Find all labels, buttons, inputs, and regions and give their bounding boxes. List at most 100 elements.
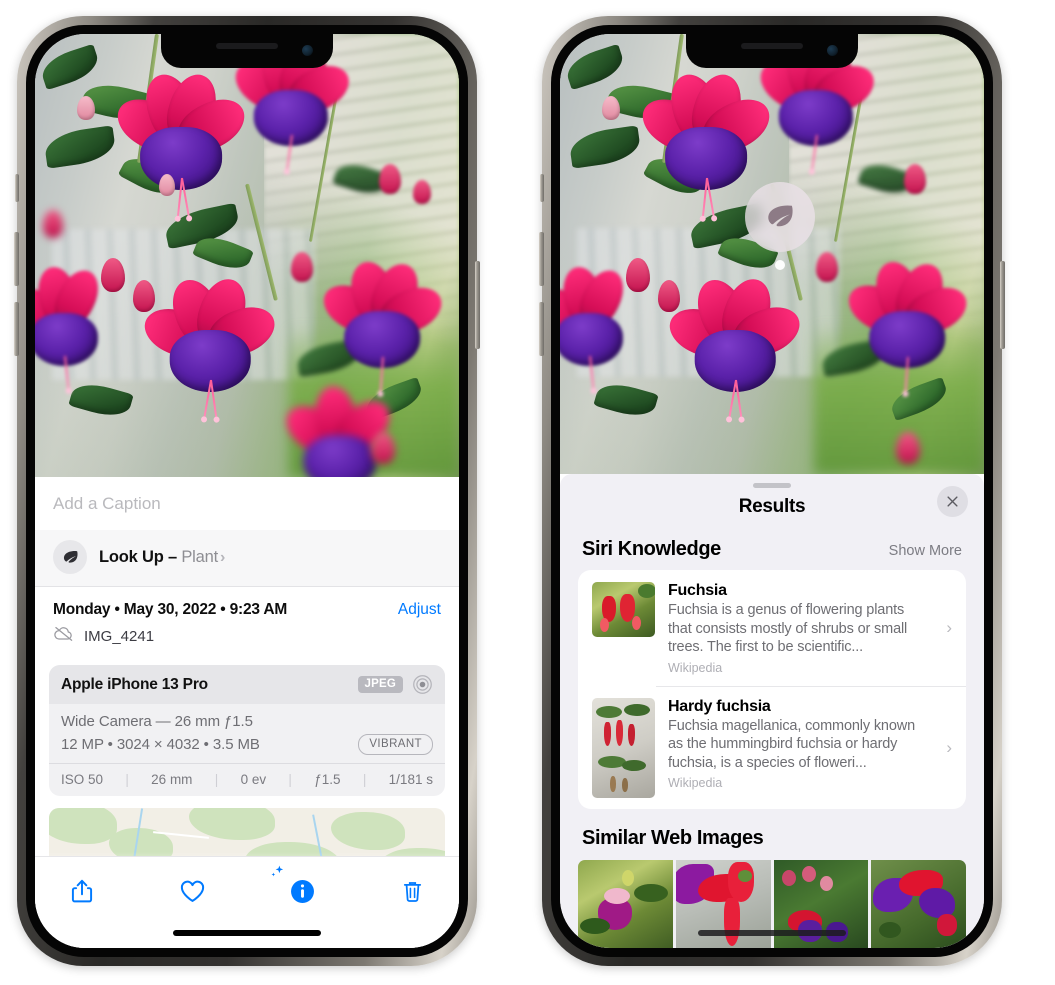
thumb-flower [727, 861, 754, 902]
thumb-flower [604, 721, 611, 746]
fuchsia-flower [315, 256, 449, 395]
thumb-leaf [638, 584, 655, 598]
notch [161, 34, 333, 68]
delete-button[interactable] [389, 871, 435, 911]
result-source: Wikipedia [668, 776, 723, 791]
thumb-flower [600, 618, 609, 632]
result-source: Wikipedia [668, 660, 723, 675]
flower-bud [371, 432, 395, 464]
flower-bud [159, 174, 175, 196]
map-green-area [189, 808, 275, 840]
front-camera [827, 45, 838, 56]
close-icon [947, 496, 958, 507]
knowledge-row[interactable]: Fuchsia Fuchsia is a genus of flowering … [578, 570, 966, 686]
earpiece-speaker [216, 43, 278, 49]
thumb-seedpod [610, 775, 616, 792]
volume-up-button[interactable] [14, 232, 19, 286]
adjust-button[interactable]: Adjust [398, 601, 441, 619]
flower-bud [626, 258, 650, 292]
flower-bud [816, 252, 838, 282]
results-header: Results [560, 486, 984, 534]
capture-date: Monday • May 30, 2022 • 9:23 AM [53, 601, 288, 618]
close-button[interactable] [937, 486, 968, 517]
power-button[interactable] [475, 261, 480, 349]
chevron-right-icon: › [219, 548, 226, 566]
cloud-slash-icon [53, 625, 75, 647]
mute-switch[interactable] [15, 174, 19, 202]
photo-meta: Monday • May 30, 2022 • 9:23 AM Adjust I… [35, 587, 459, 657]
info-button[interactable] [271, 865, 325, 911]
look-up-title: Look Up – [99, 547, 177, 566]
photo-viewer[interactable] [560, 34, 984, 474]
thumb-leaf [596, 705, 622, 718]
exif-stats: ISO 50 | 26 mm | 0 ev | ƒ1.5 | 1/181 s [49, 763, 445, 796]
flower-bud [101, 258, 125, 292]
show-more-button[interactable]: Show More [889, 543, 962, 559]
caption-field[interactable]: Add a Caption [35, 477, 459, 530]
look-up-row[interactable]: Look Up – Plant › [35, 530, 459, 587]
notch [686, 34, 858, 68]
favorite-button[interactable] [169, 871, 215, 911]
exif-stat: ISO 50 [61, 772, 104, 787]
flower-bud [133, 280, 155, 312]
thumb-flower [632, 616, 641, 630]
front-camera [302, 45, 313, 56]
fuchsia-flower [634, 68, 778, 219]
similar-image-item[interactable] [578, 859, 673, 948]
thumb-bud [801, 865, 816, 882]
flower-bud [43, 210, 63, 238]
thumb-leaf [580, 917, 610, 934]
exif-stat: 0 ev [240, 772, 267, 787]
thumb-flower [616, 719, 623, 746]
heart-icon [180, 880, 204, 902]
thumb-leaf [624, 703, 650, 716]
visual-lookup-results-sheet: Results Siri Knowledge Show More Fuchsia… [560, 474, 984, 948]
knowledge-row[interactable]: Hardy fuchsia Fuchsia magellanica, commo… [578, 685, 966, 809]
exif-stat: ƒ1.5 [314, 772, 341, 787]
look-up-subject: Plant [181, 547, 218, 566]
device-bezel: Add a Caption Look Up – Plant › Monday •… [26, 25, 468, 957]
thumb-flower [723, 897, 740, 946]
thumb-flower [937, 913, 958, 936]
corolla [303, 434, 377, 477]
thumb-flower [919, 887, 956, 918]
knowledge-text: Fuchsia Fuchsia is a genus of flowering … [668, 582, 929, 675]
volume-down-button[interactable] [539, 302, 544, 356]
similar-image-item[interactable] [871, 859, 966, 948]
power-button[interactable] [1000, 261, 1005, 349]
exif-stat: 1/181 s [388, 772, 433, 787]
thumb-flower [628, 723, 635, 746]
share-button[interactable] [59, 871, 105, 911]
sparkle-icon [35, 525, 42, 543]
exif-card[interactable]: Apple iPhone 13 Pro JPEG Wide Camera — 2… [49, 665, 445, 796]
divider: | [125, 772, 129, 787]
siri-knowledge-header: Siri Knowledge Show More [560, 534, 984, 570]
share-icon [71, 879, 93, 903]
mute-switch[interactable] [540, 174, 544, 202]
volume-up-button[interactable] [539, 232, 544, 286]
photographic-style-badge: VIBRANT [358, 734, 433, 755]
photo-viewer[interactable] [35, 34, 459, 477]
thumb-flower [604, 887, 630, 904]
thumb-bud [781, 869, 796, 886]
info-circle-icon [290, 879, 314, 903]
leaf-icon [768, 205, 793, 227]
result-description: Fuchsia magellanica, commonly known as t… [668, 717, 915, 771]
right-screen: Results Siri Knowledge Show More Fuchsia… [560, 34, 984, 948]
iphone-right-device: Results Siri Knowledge Show More Fuchsia… [539, 16, 1005, 966]
earpiece-speaker [741, 43, 803, 49]
visual-lookup-badge[interactable] [745, 182, 815, 252]
file-name: IMG_4241 [84, 627, 155, 645]
flower-bud [77, 96, 95, 120]
fuchsia-flower [663, 272, 807, 420]
volume-down-button[interactable] [14, 302, 19, 356]
look-up-label: Look Up – Plant › [99, 548, 225, 567]
corolla [560, 312, 624, 366]
home-indicator[interactable] [173, 930, 321, 936]
similar-web-images-header: Similar Web Images [560, 809, 984, 858]
fuchsia-flower [109, 68, 253, 219]
flower-bud [291, 252, 313, 282]
home-indicator[interactable] [698, 930, 846, 936]
exif-body: Wide Camera — 26 mm ƒ1.5 12 MP • 3024 × … [49, 704, 445, 763]
device-bezel: Results Siri Knowledge Show More Fuchsia… [551, 25, 993, 957]
